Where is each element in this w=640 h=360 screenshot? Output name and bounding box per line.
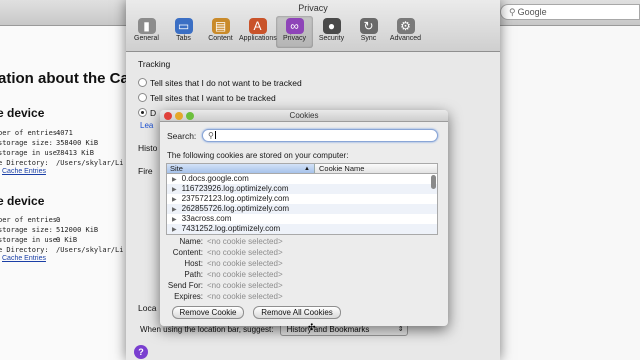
radio-button-selected[interactable] bbox=[138, 108, 147, 117]
security-lock-icon: ● bbox=[322, 18, 341, 34]
preferences-titlebar: Privacy ▮ General ▭ Tabs ▤ Content A Applica… bbox=[126, 0, 500, 52]
column-header-site[interactable]: Site ▲ bbox=[167, 164, 315, 173]
info-row: storage size: 358400 KiB bbox=[0, 139, 99, 147]
table-body: ▶ 0.docs.google.com ▶ 116723926.log.optimi… bbox=[167, 174, 437, 234]
cookies-description: The following cookies are stored on your… bbox=[167, 151, 349, 160]
tab-security[interactable]: ● Security bbox=[313, 16, 350, 48]
disclosure-triangle-icon[interactable]: ▶ bbox=[172, 207, 177, 213]
search-label: Search: bbox=[167, 131, 197, 141]
tab-sync[interactable]: ↻ Sync bbox=[350, 16, 387, 48]
advanced-gear-icon: ⚙ bbox=[396, 18, 415, 34]
cookies-dialog: Cookies Search: ⚲ The following cookies … bbox=[160, 110, 448, 326]
table-row[interactable]: ▶ 0.docs.google.com bbox=[167, 174, 437, 184]
sync-icon: ↻ bbox=[359, 18, 378, 34]
tracking-option-do-not-track[interactable]: Tell sites that I do not want to be trac… bbox=[138, 78, 302, 88]
text-caret bbox=[214, 131, 216, 139]
info-row: ber of entries: 0 bbox=[0, 216, 62, 224]
cookie-detail-name: Name: <no cookie selected> bbox=[179, 237, 283, 246]
cookie-detail-host: Host: <no cookie selected> bbox=[184, 259, 283, 268]
google-search-field[interactable]: ⚲ Google bbox=[500, 4, 640, 20]
column-header-cookie-name[interactable]: Cookie Name bbox=[315, 164, 437, 173]
tab-advanced[interactable]: ⚙ Advanced bbox=[387, 16, 424, 48]
window-title: Privacy bbox=[298, 3, 328, 13]
info-row: storage in use: 78413 KiB bbox=[0, 149, 94, 157]
learn-more-link[interactable]: Lea bbox=[140, 121, 153, 130]
info-row: e Directory:/Users/skylar/Li bbox=[0, 246, 124, 254]
search-engine-label: Google bbox=[517, 7, 547, 17]
table-header: Site ▲ Cookie Name bbox=[167, 164, 437, 174]
cookie-detail-expires: Expires: <no cookie selected> bbox=[174, 292, 283, 301]
sort-ascending-icon: ▲ bbox=[304, 166, 310, 172]
info-row: ber of entries: 4071 bbox=[0, 129, 73, 137]
search-icon: ⚲ bbox=[208, 131, 214, 140]
privacy-mask-icon: ∞ bbox=[285, 18, 304, 34]
table-row[interactable]: ▶ 7431252.log.optimizely.com bbox=[167, 224, 437, 234]
cookies-title: Cookies bbox=[289, 111, 319, 120]
suggest-label: When using the location bar, suggest: bbox=[140, 325, 274, 334]
cookie-detail-content: Content: <no cookie selected> bbox=[172, 248, 283, 257]
page-heading: ation about the Ca bbox=[0, 70, 128, 87]
disclosure-triangle-icon[interactable]: ▶ bbox=[172, 227, 177, 233]
tracking-section-title: Tracking bbox=[138, 59, 171, 69]
disclosure-triangle-icon[interactable]: ▶ bbox=[172, 187, 177, 193]
cookies-table: Site ▲ Cookie Name ▶ 0.docs.google.com ▶ 11… bbox=[166, 163, 438, 235]
table-row[interactable]: ▶ 116723926.log.optimizely.com bbox=[167, 184, 437, 194]
tab-content[interactable]: ▤ Content bbox=[202, 16, 239, 48]
disclosure-triangle-icon[interactable]: ▶ bbox=[172, 217, 177, 223]
applications-icon: A bbox=[248, 18, 267, 34]
info-row: storage in use: 0 KiB bbox=[0, 236, 78, 244]
cookies-titlebar: Cookies bbox=[160, 110, 448, 122]
cookie-detail-send-for: Send For: <no cookie selected> bbox=[167, 281, 283, 290]
radio-button[interactable] bbox=[138, 78, 147, 87]
cookie-search-input[interactable]: ⚲ bbox=[202, 129, 438, 142]
disclosure-triangle-icon[interactable]: ▶ bbox=[172, 197, 177, 203]
cache-info-page: ation about the Ca e device ber of entri… bbox=[0, 26, 128, 360]
table-scrollbar[interactable] bbox=[431, 175, 436, 189]
tracking-option-want-tracked[interactable]: Tell sites that I want to be tracked bbox=[138, 93, 276, 103]
table-row[interactable]: ▶ 262855726.log.optimizely.com bbox=[167, 204, 437, 214]
tab-privacy[interactable]: ∞ Privacy bbox=[276, 16, 313, 48]
history-section-title: Histo bbox=[138, 143, 158, 153]
remove-cookie-button[interactable]: Remove Cookie bbox=[172, 306, 244, 319]
preferences-toolbar: ▮ General ▭ Tabs ▤ Content A Applications ∞ P… bbox=[128, 16, 424, 48]
switch-icon: ▮ bbox=[137, 18, 156, 34]
list-cache-entries-link[interactable]: Cache Entries bbox=[2, 168, 46, 175]
mouse-cursor-icon: ✣ bbox=[308, 322, 316, 332]
help-button[interactable]: ? bbox=[134, 345, 148, 359]
cookie-detail-path: Path: <no cookie selected> bbox=[184, 270, 283, 279]
location-bar-section-title: Loca bbox=[138, 303, 157, 313]
remove-all-cookies-button[interactable]: Remove All Cookies bbox=[253, 306, 341, 319]
radio-button[interactable] bbox=[138, 93, 147, 102]
section-title-disk: e device bbox=[0, 194, 45, 208]
info-row: storage size: 512000 KiB bbox=[0, 226, 99, 234]
page-right-area bbox=[500, 26, 640, 360]
section-title-memory: e device bbox=[0, 106, 45, 120]
tracking-option-default[interactable]: D bbox=[138, 108, 156, 118]
tabs-icon: ▭ bbox=[174, 18, 193, 34]
tab-general[interactable]: ▮ General bbox=[128, 16, 165, 48]
search-icon: ⚲ bbox=[509, 7, 516, 17]
content-icon: ▤ bbox=[211, 18, 230, 34]
table-row[interactable]: ▶ 237572123.log.optimizely.com bbox=[167, 194, 437, 204]
table-row[interactable]: ▶ 33across.com bbox=[167, 214, 437, 224]
tab-tabs[interactable]: ▭ Tabs bbox=[165, 16, 202, 48]
info-row: e Directory:/Users/skylar/Li bbox=[0, 159, 124, 167]
history-mode-label: Fire bbox=[138, 166, 153, 176]
tab-applications[interactable]: A Applications bbox=[239, 16, 277, 48]
disclosure-triangle-icon[interactable]: ▶ bbox=[172, 177, 177, 183]
list-cache-entries-link[interactable]: Cache Entries bbox=[2, 255, 46, 262]
